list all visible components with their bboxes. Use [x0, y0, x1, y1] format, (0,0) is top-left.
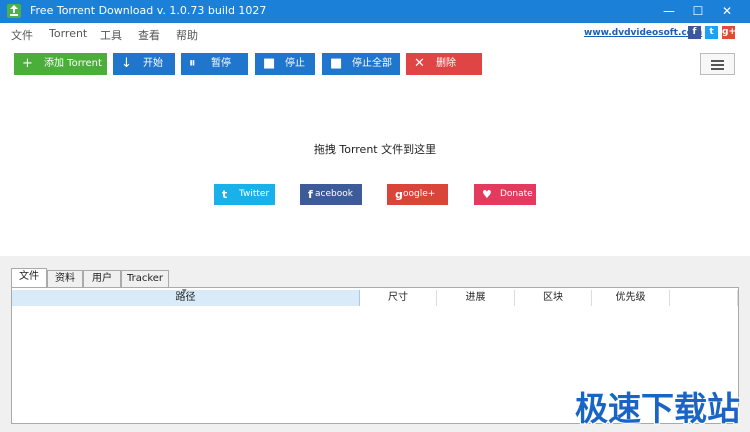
pause-label: 暂停: [211, 58, 231, 69]
twitter-share-button[interactable]: t Twitter: [214, 184, 275, 205]
start-button[interactable]: ↓ 开始: [113, 53, 175, 75]
menu-view[interactable]: 查看: [138, 27, 160, 43]
column-header-priority[interactable]: 优先级: [592, 290, 670, 306]
delete-icon: ✕: [414, 56, 425, 71]
tab-info[interactable]: 资料: [47, 270, 83, 287]
delete-label: 删除: [436, 58, 456, 69]
donate-button[interactable]: ♥ Donate: [474, 184, 536, 205]
facebook-share-button[interactable]: f acebook: [300, 184, 362, 205]
pause-button[interactable]: ⏸ 暂停: [181, 53, 248, 75]
google-share-button[interactable]: g oogle+: [387, 184, 448, 205]
maximize-button[interactable]: ☐: [684, 0, 712, 23]
facebook-icon: f: [308, 188, 313, 201]
twitter-bird-icon: t: [222, 188, 228, 201]
menu-torrent[interactable]: Torrent: [49, 27, 87, 40]
sort-arrow-icon: ▼: [182, 288, 187, 295]
heart-icon: ♥: [482, 188, 492, 201]
pause-icon: ⏸: [189, 56, 196, 71]
twitter-label: Twitter: [239, 189, 270, 199]
plus-icon: +: [22, 56, 33, 71]
facebook-label: acebook: [315, 189, 353, 199]
menu-file[interactable]: 文件: [11, 27, 33, 43]
menu-bar: 文件 Torrent 工具 查看 帮助 www.dvdvideosoft.com…: [0, 23, 750, 44]
start-label: 开始: [143, 58, 163, 69]
delete-button[interactable]: ✕ 删除: [406, 53, 482, 75]
stop-all-icon: ■: [330, 56, 343, 71]
title-bar: Free Torrent Download v. 1.0.73 build 10…: [0, 0, 750, 23]
column-header-progress[interactable]: 进展: [437, 290, 515, 306]
tab-tracker[interactable]: Tracker: [121, 270, 169, 287]
column-header-size[interactable]: 尺寸: [360, 290, 437, 306]
drop-zone[interactable]: 拖拽 Torrent 文件到这里 t Twitter f acebook g o…: [0, 84, 750, 256]
google-icon: g: [395, 188, 403, 201]
toolbar: + 添加 Torrent ↓ 开始 ⏸ 暂停 ■ 停止 ■ 停止全部 ✕ 删除: [0, 44, 750, 84]
watermark-logo: 极速下载站: [575, 389, 740, 428]
hamburger-menu-button[interactable]: [700, 53, 735, 75]
tab-users[interactable]: 用户: [83, 270, 121, 287]
twitter-icon[interactable]: t: [705, 26, 718, 39]
stop-label: 停止: [285, 58, 305, 69]
close-button[interactable]: ✕: [713, 0, 741, 23]
tab-files[interactable]: 文件: [11, 268, 47, 287]
column-header-path[interactable]: ▼ 路径: [12, 288, 360, 306]
column-header-blank: [670, 290, 738, 306]
column-header-blocks[interactable]: 区块: [515, 290, 592, 306]
dvdvideosoft-link[interactable]: www.dvdvideosoft.com: [584, 28, 702, 38]
drop-hint: 拖拽 Torrent 文件到这里: [313, 143, 437, 156]
menu-help[interactable]: 帮助: [176, 27, 198, 43]
app-logo-icon: [7, 4, 21, 18]
add-torrent-button[interactable]: + 添加 Torrent: [14, 53, 107, 75]
hamburger-icon: [711, 60, 724, 62]
window-title: Free Torrent Download v. 1.0.73 build 10…: [30, 4, 267, 17]
download-arrow-icon: ↓: [121, 56, 132, 71]
minimize-button[interactable]: —: [655, 0, 683, 23]
facebook-icon[interactable]: f: [688, 26, 701, 39]
stop-all-button[interactable]: ■ 停止全部: [322, 53, 400, 75]
stop-button[interactable]: ■ 停止: [255, 53, 315, 75]
add-torrent-label: 添加 Torrent: [44, 58, 102, 69]
menu-tools[interactable]: 工具: [100, 27, 122, 43]
google-label: oogle+: [403, 189, 436, 199]
google-plus-icon[interactable]: g+: [722, 26, 736, 39]
stop-icon: ■: [263, 56, 276, 71]
stop-all-label: 停止全部: [352, 58, 392, 69]
donate-label: Donate: [500, 189, 533, 199]
